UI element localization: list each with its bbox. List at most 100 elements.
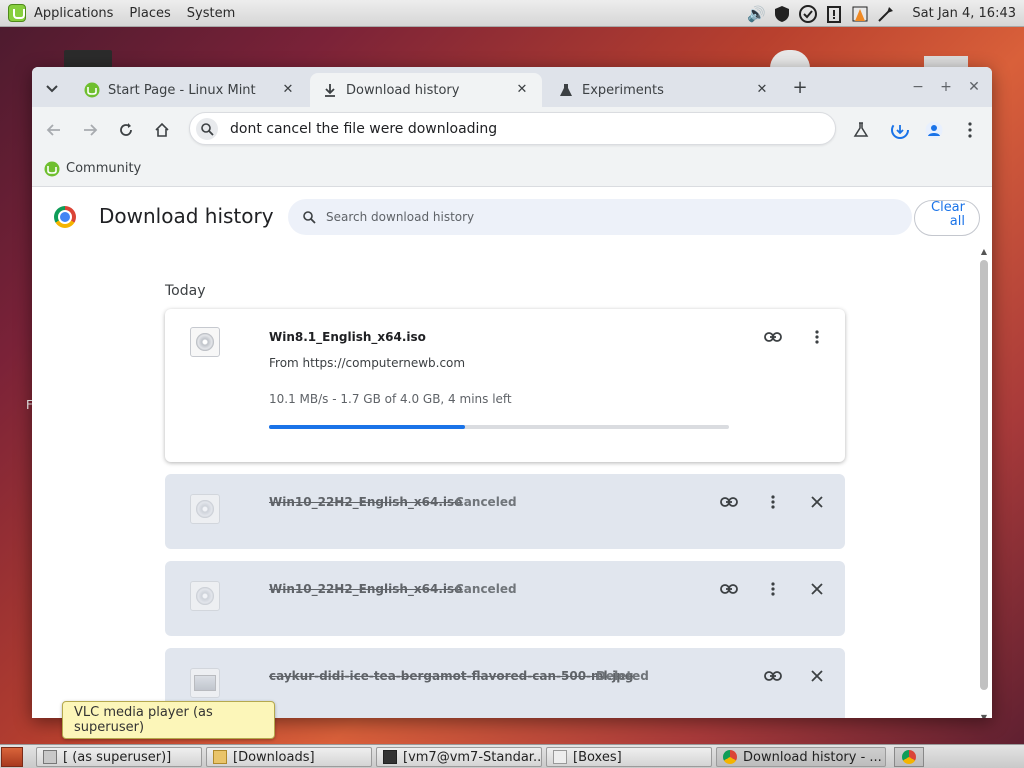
taskbar-tooltip: VLC media player (as superuser) (62, 701, 275, 739)
update-icon[interactable] (798, 4, 818, 24)
taskbar-item-boxes[interactable]: [Boxes] (546, 747, 712, 767)
search-icon (196, 117, 218, 140)
copy-link-icon[interactable] (762, 326, 784, 348)
search-icon (300, 208, 318, 226)
new-tab-plus-icon[interactable]: + (790, 77, 810, 98)
image-file-icon (190, 668, 220, 698)
menu-system[interactable]: System (187, 6, 235, 21)
terminal-icon (383, 750, 397, 764)
more-actions-icon[interactable] (762, 491, 784, 513)
disc-file-icon (190, 494, 220, 524)
remove-close-icon[interactable] (806, 578, 828, 600)
taskbar-item-label: [Boxes] (573, 749, 622, 765)
date-section-heading: Today (165, 283, 206, 299)
download-icon (322, 82, 338, 98)
scroll-thumb[interactable] (980, 260, 988, 690)
taskbar-item-label: [vm7@vm7-Standar... (403, 749, 542, 765)
scroll-up-arrow-icon[interactable]: ▲ (980, 248, 988, 256)
tab-strip: Start Page - Linux Mint ✕ Download histo… (32, 67, 992, 107)
profile-avatar-icon[interactable] (923, 119, 945, 141)
chrome-logo-icon (54, 206, 76, 228)
remove-close-icon[interactable] (806, 491, 828, 513)
scroll-down-arrow-icon[interactable]: ▼ (980, 714, 988, 719)
desktop-icon[interactable] (64, 50, 112, 68)
bookmark-community[interactable]: Community (44, 161, 141, 177)
show-desktop-button[interactable] (1, 747, 23, 767)
bottom-taskbar: [ (as superuser)] [Downloads] [vm7@vm7-S… (0, 744, 1024, 768)
tab-experiments[interactable]: Experiments ✕ (546, 73, 782, 107)
file-name: Win10_22H2_English_x64.iso (269, 495, 463, 509)
more-actions-icon[interactable] (806, 326, 828, 348)
file-name-link[interactable]: Win8.1_English_x64.iso (269, 330, 426, 344)
clear-all-button[interactable]: Clear all (914, 200, 980, 236)
minimize-icon[interactable]: − (908, 77, 928, 97)
copy-link-icon[interactable] (718, 491, 740, 513)
address-bar-text[interactable]: dont cancel the file were downloading (230, 121, 497, 137)
mint-menu-icon[interactable] (8, 4, 26, 22)
download-progress-bar (269, 425, 729, 429)
clear-all-label-line2: all (949, 214, 965, 229)
tab-label: Experiments (582, 82, 664, 98)
clock[interactable]: Sat Jan 4, 16:43 (912, 6, 1016, 21)
tab-start-page[interactable]: Start Page - Linux Mint ✕ (72, 73, 308, 107)
download-item: Win10_22H2_English_x64.iso Canceled (165, 561, 845, 636)
network-icon[interactable] (876, 4, 896, 24)
taskbar-item-label: [Downloads] (233, 749, 315, 765)
download-progress-text: 10.1 MB/s - 1.7 GB of 4.0 GB, 4 mins lef… (269, 392, 512, 406)
volume-icon[interactable]: 🔊 (746, 4, 766, 24)
remove-close-icon[interactable] (806, 665, 828, 687)
disc-file-icon (190, 581, 220, 611)
page-title: Download history (99, 204, 274, 228)
close-icon[interactable]: ✕ (280, 81, 296, 97)
file-name: caykur-didi-ice-tea-bergamot-flavored-ca… (269, 669, 634, 683)
labs-flask-icon[interactable] (850, 119, 872, 141)
vlc-icon[interactable] (850, 4, 870, 24)
bookmarks-bar: Community (32, 151, 992, 187)
tab-label: Start Page - Linux Mint (108, 82, 256, 98)
more-actions-icon[interactable] (762, 578, 784, 600)
shield-icon[interactable] (772, 4, 792, 24)
chrome-tray-icon[interactable] (894, 747, 924, 767)
home-icon[interactable] (151, 119, 173, 141)
file-name: Win10_22H2_English_x64.iso (269, 582, 463, 596)
boxes-icon (553, 750, 567, 764)
taskbar-item-chrome[interactable]: Download history - ... (716, 747, 886, 767)
taskbar-item-vlc[interactable]: [ (as superuser)] (36, 747, 202, 767)
download-item: Win8.1_English_x64.iso From https://comp… (165, 309, 845, 462)
toolbar: dont cancel the file were downloading (32, 107, 992, 151)
tab-download-history[interactable]: Download history ✕ (310, 73, 542, 107)
page-header: Download history Search download history… (32, 188, 992, 246)
file-source-url: From https://computernewb.com (269, 356, 466, 370)
taskbar-item-downloads[interactable]: [Downloads] (206, 747, 372, 767)
download-status: Canceled (455, 582, 517, 596)
address-bar[interactable]: dont cancel the file were downloading (189, 112, 836, 145)
system-tray: 🔊 Sat Jan 4, 16:43 (746, 0, 1016, 27)
downloads-indicator-icon[interactable] (889, 119, 911, 141)
desktop-icon[interactable] (770, 50, 810, 68)
download-status: Canceled (455, 495, 517, 509)
tab-search-chevron-icon[interactable] (42, 79, 62, 99)
taskbar-item-terminal[interactable]: [vm7@vm7-Standar... (376, 747, 542, 767)
close-icon[interactable]: ✕ (754, 81, 770, 97)
download-item: Win10_22H2_English_x64.iso Canceled (165, 474, 845, 549)
copy-link-icon[interactable] (762, 665, 784, 687)
search-downloads-input[interactable]: Search download history (288, 199, 912, 235)
close-icon[interactable]: ✕ (514, 81, 530, 97)
reload-icon[interactable] (115, 119, 137, 141)
back-arrow-icon[interactable] (43, 119, 65, 141)
tab-label: Download history (346, 82, 460, 98)
menu-places[interactable]: Places (129, 6, 170, 21)
app-window-icon (43, 750, 57, 764)
kebab-menu-icon[interactable] (959, 119, 981, 141)
maximize-icon[interactable]: + (936, 77, 956, 97)
taskbar-item-label: Download history - ... (743, 749, 882, 765)
taskbar-item-label: [ (as superuser)] (63, 749, 172, 765)
clipboard-alert-icon[interactable] (824, 4, 844, 24)
scrollbar[interactable]: ▲ ▼ (978, 248, 990, 718)
window-close-icon[interactable]: ✕ (964, 77, 984, 97)
menu-applications[interactable]: Applications (34, 6, 113, 21)
top-panel: Applications Places System 🔊 Sat Jan 4, … (0, 0, 1024, 27)
copy-link-icon[interactable] (718, 578, 740, 600)
forward-arrow-icon[interactable] (79, 119, 101, 141)
mint-icon (84, 82, 100, 98)
